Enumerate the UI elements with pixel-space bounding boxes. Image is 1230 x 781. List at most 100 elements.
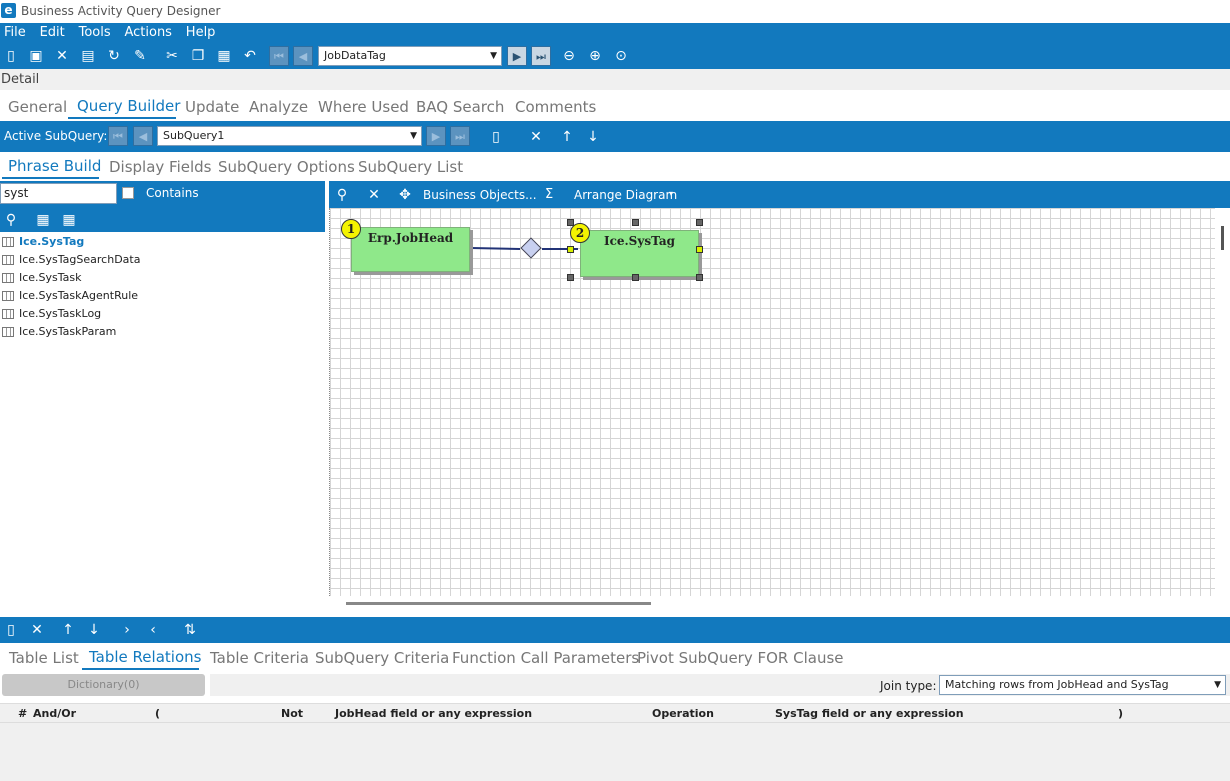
business-objects-button[interactable]: Business Objects... (423, 188, 537, 202)
query-combo[interactable]: JobDataTag ▼ (318, 46, 502, 66)
delete-icon[interactable]: ✕ (365, 186, 383, 204)
column-header[interactable]: ( (155, 707, 160, 720)
list-item[interactable]: Ice.SysTask (0, 269, 325, 287)
delete-icon[interactable]: ✕ (53, 47, 71, 65)
relations-grid-body[interactable] (0, 723, 1230, 781)
tab-general[interactable]: General (8, 98, 67, 116)
tab-phrase-build[interactable]: Phrase Build (8, 157, 101, 175)
prev-subquery-icon[interactable]: ◀ (133, 126, 153, 146)
column-header[interactable]: Operation (652, 707, 714, 720)
move-down-icon[interactable]: ↓ (85, 621, 103, 639)
resize-handle[interactable] (632, 219, 639, 226)
next-subquery-icon[interactable]: ▶ (426, 126, 446, 146)
menu-file[interactable]: File (4, 23, 26, 43)
clear-icon[interactable]: ✎ (131, 47, 149, 65)
menu-tools[interactable]: Tools (79, 23, 111, 43)
tab-table-relations[interactable]: Table Relations (89, 648, 201, 666)
move-up-icon[interactable]: ↑ (558, 128, 576, 146)
first-record-icon[interactable]: ⏮ (269, 46, 289, 66)
move-up-icon[interactable]: ↑ (59, 621, 77, 639)
list-item[interactable]: Ice.SysTaskParam (0, 323, 325, 341)
back-icon[interactable]: ⊖ (560, 47, 578, 65)
diagram-vertical-scrollbar[interactable] (1215, 208, 1230, 596)
new-subquery-icon[interactable]: ▯ (487, 128, 505, 146)
scroll-thumb[interactable] (1221, 226, 1224, 250)
diagram-canvas[interactable]: Erp.JobHead 1 Ice.SysTag 2 (329, 208, 1215, 596)
tab-update[interactable]: Update (185, 98, 239, 116)
attachments-icon[interactable]: ▤ (79, 47, 97, 65)
delete-subquery-icon[interactable]: ✕ (527, 128, 545, 146)
column-header[interactable]: Not (281, 707, 303, 720)
tab-subquery-list[interactable]: SubQuery List (358, 158, 463, 176)
resize-handle[interactable] (567, 274, 574, 281)
sort-icon[interactable]: ⇅ (181, 621, 199, 639)
contains-checkbox[interactable] (122, 187, 134, 199)
resize-handle[interactable] (567, 246, 574, 253)
list-item[interactable]: Ice.SysTag (0, 233, 325, 251)
new-icon[interactable]: ▯ (2, 47, 20, 65)
tab-subquery-options[interactable]: SubQuery Options (218, 158, 355, 176)
arrange-diagram-button[interactable]: Arrange Diagram (574, 188, 677, 202)
indent-icon[interactable]: › (118, 621, 136, 639)
forward-icon[interactable]: ⊕ (586, 47, 604, 65)
resize-handle[interactable] (632, 274, 639, 281)
copy-icon[interactable]: ❐ (189, 47, 207, 65)
arrange-dropdown-icon[interactable]: ▾ (669, 189, 673, 198)
outdent-icon[interactable]: ‹ (144, 621, 162, 639)
prev-record-icon[interactable]: ◀ (293, 46, 313, 66)
resize-handle[interactable] (696, 274, 703, 281)
refresh-icon[interactable]: ↻ (105, 47, 123, 65)
scroll-thumb[interactable] (346, 602, 651, 605)
table-node-jobhead[interactable]: Erp.JobHead (351, 227, 470, 272)
next-record-icon[interactable]: ▶ (507, 46, 527, 66)
last-record-icon[interactable]: ⏭ (531, 46, 551, 66)
menu-help[interactable]: Help (186, 23, 216, 43)
column-header[interactable]: # (18, 707, 27, 720)
tab-baq-search[interactable]: BAQ Search (416, 98, 504, 116)
dictionary-button[interactable]: Dictionary(0) (2, 674, 205, 696)
tab-subquery-criteria[interactable]: SubQuery Criteria (315, 649, 449, 667)
tab-table-list[interactable]: Table List (9, 649, 79, 667)
tab-table-criteria[interactable]: Table Criteria (210, 649, 309, 667)
table-search-input[interactable]: syst (0, 183, 117, 204)
list-item[interactable]: Ice.SysTaskLog (0, 305, 325, 323)
link-icon[interactable]: ⚲ (333, 186, 351, 204)
table-options-icon[interactable]: ▦ (60, 211, 78, 229)
tab-pivot-subquery[interactable]: Pivot SubQuery FOR Clause (637, 649, 844, 667)
save-icon[interactable]: ▣ (27, 47, 45, 65)
table-icon[interactable]: ▦ (34, 211, 52, 229)
tab-where-used[interactable]: Where Used (318, 98, 409, 116)
cut-icon[interactable]: ✂ (163, 47, 181, 65)
resize-handle[interactable] (696, 246, 703, 253)
move-down-icon[interactable]: ↓ (584, 128, 602, 146)
first-subquery-icon[interactable]: ⏮ (108, 126, 128, 146)
list-item[interactable]: Ice.SysTagSearchData (0, 251, 325, 269)
delete-icon[interactable]: ✕ (28, 621, 46, 639)
column-header[interactable]: And/Or (33, 707, 76, 720)
tab-query-builder[interactable]: Query Builder (77, 97, 180, 115)
column-header[interactable]: SysTag field or any expression (775, 707, 964, 720)
tab-display-fields[interactable]: Display Fields (109, 158, 212, 176)
tab-analyze[interactable]: Analyze (249, 98, 308, 116)
resize-handle[interactable] (696, 219, 703, 226)
tab-function-call-parameters[interactable]: Function Call Parameters (452, 649, 639, 667)
join-type-select[interactable]: Matching rows from JobHead and SysTag ▼ (939, 675, 1226, 695)
resize-handle[interactable] (567, 219, 574, 226)
link-icon[interactable]: ⚲ (2, 211, 20, 229)
new-icon[interactable]: ▯ (2, 621, 20, 639)
last-subquery-icon[interactable]: ⏭ (450, 126, 470, 146)
paste-icon[interactable]: ▦ (215, 47, 233, 65)
subquery-combo[interactable]: SubQuery1 ▼ (157, 126, 422, 146)
home-icon[interactable]: ⊙ (612, 47, 630, 65)
column-header[interactable]: JobHead field or any expression (335, 707, 532, 720)
tab-comments[interactable]: Comments (515, 98, 596, 116)
menu-edit[interactable]: Edit (40, 23, 65, 43)
column-header[interactable]: ) (1118, 707, 1123, 720)
business-objects-icon[interactable]: ✥ (396, 186, 414, 204)
list-item[interactable]: Ice.SysTaskAgentRule (0, 287, 325, 305)
diagram-horizontal-scrollbar[interactable] (329, 596, 1230, 611)
undo-icon[interactable]: ↶ (241, 47, 259, 65)
menu-actions[interactable]: Actions (124, 23, 172, 43)
sigma-icon[interactable]: Σ (545, 187, 553, 202)
table-node-systag[interactable]: Ice.SysTag (580, 230, 699, 277)
